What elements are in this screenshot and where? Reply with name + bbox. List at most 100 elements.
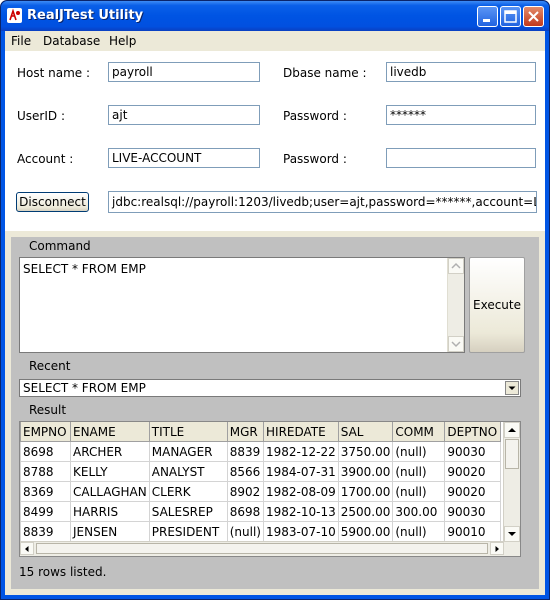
account-label: Account : bbox=[17, 152, 74, 166]
scroll-up-arrow[interactable] bbox=[448, 258, 464, 274]
client-area: File Database Help Host name : payroll D… bbox=[5, 31, 545, 595]
title-bar[interactable]: RealJTest Utility bbox=[1, 1, 549, 31]
table-cell[interactable]: 5900.00 bbox=[337, 521, 394, 542]
status-text: 15 rows listed. bbox=[19, 565, 107, 579]
recent-dropdown[interactable]: SELECT * FROM EMP bbox=[19, 379, 521, 397]
table-cell[interactable]: 8902 bbox=[226, 481, 265, 502]
table-cell[interactable]: SALESREP bbox=[148, 501, 228, 522]
table-cell[interactable]: 1984-07-31 bbox=[263, 461, 339, 482]
scroll-right-arrow[interactable] bbox=[490, 542, 504, 555]
table-cell[interactable]: ARCHER bbox=[70, 441, 150, 462]
account-password-field[interactable] bbox=[386, 148, 536, 168]
table-cell[interactable]: (null) bbox=[226, 521, 265, 542]
table-cell[interactable]: 8499 bbox=[20, 501, 71, 522]
command-textarea[interactable]: SELECT * FROM EMP bbox=[19, 257, 465, 353]
column-header[interactable]: TITLE bbox=[148, 422, 228, 442]
dropdown-button[interactable] bbox=[505, 381, 519, 395]
scroll-down-arrow[interactable] bbox=[504, 526, 520, 542]
chevron-right-icon bbox=[495, 546, 499, 552]
menu-database[interactable]: Database bbox=[43, 34, 100, 48]
app-window: RealJTest Utility File Database Help Hos… bbox=[0, 0, 550, 600]
table-cell[interactable]: 2500.00 bbox=[337, 501, 394, 522]
command-scrollbar[interactable] bbox=[447, 258, 464, 352]
disconnect-button[interactable]: Disconnect bbox=[16, 192, 89, 212]
table-cell[interactable]: 1700.00 bbox=[337, 481, 394, 502]
scroll-thumb[interactable] bbox=[505, 439, 519, 469]
menu-file[interactable]: File bbox=[11, 34, 31, 48]
scroll-left-arrow[interactable] bbox=[20, 542, 34, 555]
table-cell[interactable]: (null) bbox=[392, 441, 446, 462]
table-cell[interactable]: ANALYST bbox=[148, 461, 228, 482]
table-cell[interactable]: 8839 bbox=[20, 521, 71, 542]
table-cell[interactable]: JENSEN bbox=[70, 521, 150, 542]
table-cell[interactable]: 3750.00 bbox=[337, 441, 394, 462]
result-hscrollbar[interactable] bbox=[20, 541, 504, 556]
table-cell[interactable]: KELLY bbox=[70, 461, 150, 482]
maximize-button[interactable] bbox=[500, 6, 521, 27]
account-field[interactable]: LIVE-ACCOUNT bbox=[108, 148, 260, 168]
dbase-name-field[interactable]: livedb bbox=[386, 62, 536, 82]
column-header[interactable]: ENAME bbox=[70, 422, 150, 442]
column-header[interactable]: MGR bbox=[226, 422, 265, 442]
close-icon bbox=[528, 11, 539, 22]
scroll-up-arrow[interactable] bbox=[504, 422, 520, 438]
table-cell[interactable]: 1982-12-22 bbox=[263, 441, 339, 462]
table-cell[interactable]: (null) bbox=[392, 461, 446, 482]
chevron-down-icon bbox=[508, 386, 516, 390]
table-row[interactable]: 8499 HARRIS SALESREP 8698 1982-10-13 2500.00 3… bbox=[20, 501, 502, 522]
table-row[interactable]: 8839 JENSEN PRESIDENT (null) 1983-07-10 5900.… bbox=[20, 521, 502, 542]
table-cell[interactable]: 3900.00 bbox=[337, 461, 394, 482]
table-cell[interactable]: (null) bbox=[392, 521, 446, 542]
jdbc-url-field[interactable]: jdbc:realsql://payroll:1203/livedb;user=… bbox=[108, 191, 537, 213]
table-cell[interactable]: CLERK bbox=[148, 481, 228, 502]
account-password-label: Password : bbox=[283, 152, 347, 166]
result-grid: EMPNO ENAME TITLE MGR HIREDATE SAL COMM DEPTNO … bbox=[20, 422, 502, 542]
table-cell[interactable]: 8698 bbox=[226, 501, 265, 522]
recent-label: Recent bbox=[29, 359, 71, 373]
table-cell[interactable]: CALLAGHAN bbox=[70, 481, 150, 502]
minimize-button[interactable] bbox=[477, 6, 498, 27]
table-cell[interactable]: 1982-10-13 bbox=[263, 501, 339, 522]
table-cell[interactable]: MANAGER bbox=[148, 441, 228, 462]
execute-button[interactable]: Execute bbox=[469, 257, 525, 353]
column-header[interactable]: COMM bbox=[392, 422, 446, 442]
table-row[interactable]: 8788 KELLY ANALYST 8566 1984-07-31 3900.00 (nu… bbox=[20, 461, 502, 482]
password-label: Password : bbox=[283, 109, 347, 123]
table-cell[interactable]: PRESIDENT bbox=[148, 521, 228, 542]
column-header[interactable]: HIREDATE bbox=[263, 422, 339, 442]
table-cell[interactable]: 300.00 bbox=[392, 501, 446, 522]
table-cell[interactable]: 90010 bbox=[444, 521, 502, 542]
table-cell[interactable]: 8698 bbox=[20, 441, 71, 462]
close-button[interactable] bbox=[523, 6, 544, 27]
scroll-down-arrow[interactable] bbox=[448, 336, 464, 352]
table-cell[interactable]: HARRIS bbox=[70, 501, 150, 522]
column-header[interactable]: EMPNO bbox=[20, 422, 71, 442]
table-cell[interactable]: 8788 bbox=[20, 461, 71, 482]
table-cell[interactable]: 8839 bbox=[226, 441, 265, 462]
table-cell[interactable]: 90030 bbox=[444, 501, 502, 522]
table-row[interactable]: 8369 CALLAGHAN CLERK 8902 1982-08-09 1700.00(… bbox=[20, 481, 502, 502]
result-vscrollbar[interactable] bbox=[503, 422, 520, 556]
table-cell[interactable]: 1982-08-09 bbox=[263, 481, 339, 502]
password-field[interactable]: ****** bbox=[386, 105, 536, 125]
column-header[interactable]: SAL bbox=[337, 422, 394, 442]
table-cell[interactable]: (null) bbox=[392, 481, 446, 502]
minimize-icon bbox=[483, 19, 490, 22]
table-cell[interactable]: 8369 bbox=[20, 481, 71, 502]
table-cell[interactable]: 90020 bbox=[444, 481, 502, 502]
chevron-up-icon bbox=[451, 262, 461, 269]
host-name-field[interactable]: payroll bbox=[108, 62, 260, 82]
menu-help[interactable]: Help bbox=[109, 34, 136, 48]
userid-field[interactable]: ajt bbox=[108, 105, 260, 125]
chevron-down-icon bbox=[508, 532, 516, 536]
result-label: Result bbox=[29, 403, 67, 417]
table-cell[interactable]: 90020 bbox=[444, 461, 502, 482]
table-cell[interactable]: 8566 bbox=[226, 461, 265, 482]
table-row[interactable]: 8698 ARCHER MANAGER 8839 1982-12-22 3750.00 (n… bbox=[20, 441, 502, 462]
column-header[interactable]: DEPTNO bbox=[444, 422, 502, 442]
table-cell[interactable]: 90030 bbox=[444, 441, 502, 462]
hscroll-thumb[interactable] bbox=[36, 543, 488, 554]
table-cell[interactable]: 1983-07-10 bbox=[263, 521, 339, 542]
host-name-label: Host name : bbox=[17, 66, 91, 80]
window-title: RealJTest Utility bbox=[27, 8, 144, 23]
